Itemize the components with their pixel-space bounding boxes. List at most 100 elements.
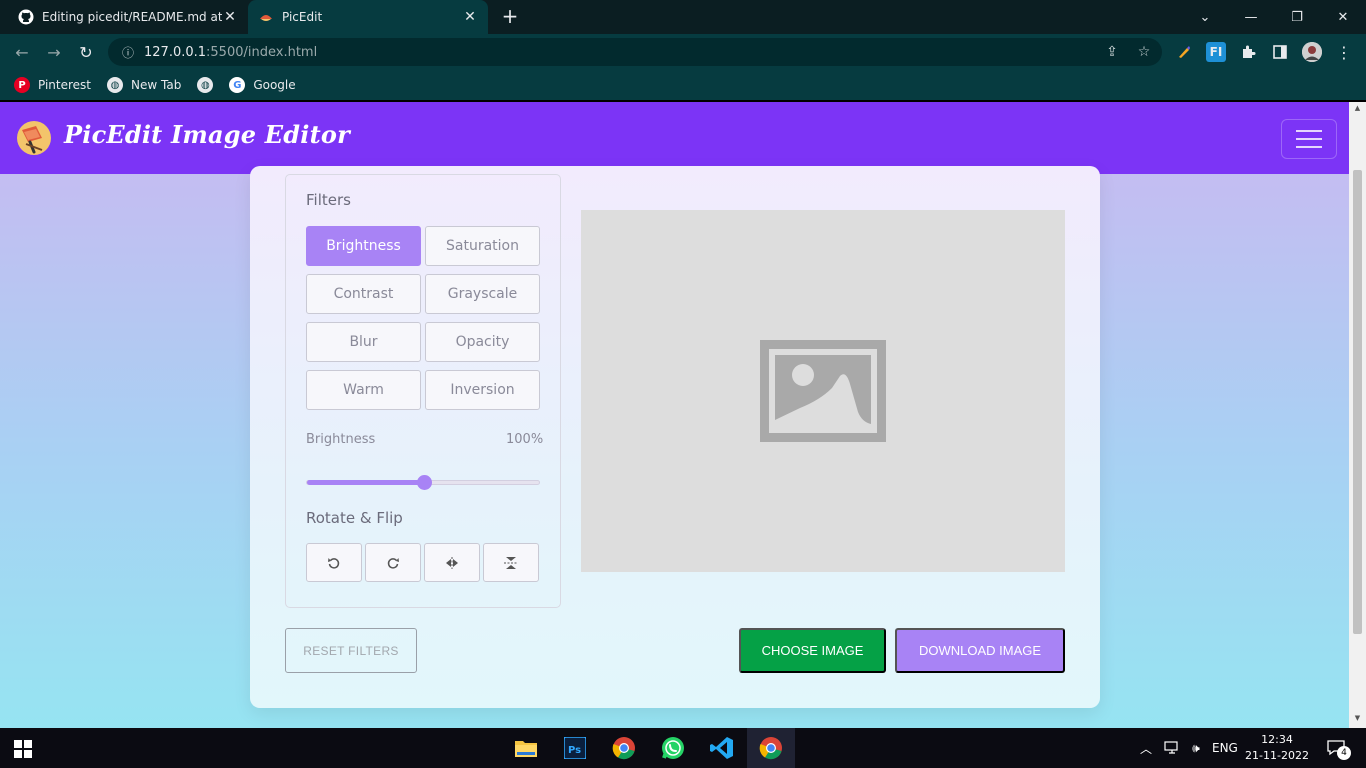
info-icon[interactable]: ⓘ xyxy=(120,44,136,61)
bookmarks-bar: P Pinterest ◍ New Tab ◍ G Google xyxy=(0,70,1366,100)
choose-image-button[interactable]: CHOOSE IMAGE xyxy=(739,628,886,673)
paint-roller-logo-icon xyxy=(16,120,52,156)
app-brand-title[interactable]: PicEdit Image Editor xyxy=(64,120,350,149)
scroll-thumb[interactable] xyxy=(1353,170,1362,634)
image-placeholder-icon xyxy=(760,340,886,442)
globe-icon: ◍ xyxy=(197,77,214,93)
download-image-button[interactable]: DOWNLOAD IMAGE xyxy=(895,628,1065,673)
google-icon: G xyxy=(229,77,246,93)
windows-start-icon[interactable] xyxy=(14,740,32,758)
puzzle-icon[interactable] xyxy=(1238,42,1258,62)
side-panel-icon[interactable] xyxy=(1270,42,1290,62)
filter-saturation-button[interactable]: Saturation xyxy=(425,226,540,266)
reload-icon[interactable]: ↻ xyxy=(74,40,98,64)
flip-horizontal-icon xyxy=(446,556,458,569)
language-indicator[interactable]: ENG xyxy=(1212,728,1238,768)
tray-chevron-up-icon[interactable]: ︿ xyxy=(1138,728,1154,768)
bookmark-label: New Tab xyxy=(131,78,182,92)
back-icon[interactable]: ← xyxy=(10,40,34,64)
address-bar[interactable]: ⓘ 127.0.0.1:5500/index.html xyxy=(108,38,1162,66)
app-navbar: PicEdit Image Editor xyxy=(0,102,1349,174)
close-window-icon[interactable]: ✕ xyxy=(1320,0,1366,34)
taskbar-chrome[interactable] xyxy=(600,728,648,768)
reset-filters-button[interactable]: RESET FILTERS xyxy=(285,628,417,673)
tab-search-icon[interactable]: ⌄ xyxy=(1182,0,1228,34)
taskbar-file-explorer[interactable] xyxy=(502,728,550,768)
pen-extension-icon[interactable] xyxy=(1174,42,1194,62)
filter-grayscale-button[interactable]: Grayscale xyxy=(425,274,540,314)
close-icon[interactable]: ✕ xyxy=(222,9,238,25)
profile-avatar[interactable] xyxy=(1302,42,1322,62)
bookmark-globe[interactable]: ◍ xyxy=(197,77,214,93)
editor-card: Filters Brightness Saturation Contrast G… xyxy=(250,166,1100,708)
flip-vertical-icon xyxy=(504,556,518,569)
notification-center-icon[interactable]: 4 xyxy=(1322,728,1351,768)
browser-toolbar: ← → ↻ ⓘ 127.0.0.1:5500/index.html ⇪ ☆ FI… xyxy=(0,34,1366,70)
taskbar-whatsapp[interactable] xyxy=(649,728,697,768)
hamburger-menu-icon[interactable] xyxy=(1281,119,1337,159)
vscode-icon xyxy=(710,737,733,759)
rotate-flip-title: Rotate & Flip xyxy=(306,509,403,527)
notification-count-badge: 4 xyxy=(1337,746,1351,760)
flip-vertical-button[interactable] xyxy=(483,543,539,582)
bookmark-pinterest[interactable]: P Pinterest xyxy=(14,77,91,93)
controls-panel: Filters Brightness Saturation Contrast G… xyxy=(285,174,561,608)
forward-icon[interactable]: → xyxy=(42,40,66,64)
tab-readme[interactable]: Editing picedit/README.md at m ✕ xyxy=(8,0,248,34)
scroll-up-icon[interactable]: ▲ xyxy=(1353,104,1362,114)
taskbar-vscode[interactable] xyxy=(698,728,746,768)
scroll-down-icon[interactable]: ▼ xyxy=(1353,714,1362,724)
filter-warm-button[interactable]: Warm xyxy=(306,370,421,410)
rotate-left-icon xyxy=(328,557,340,569)
bookmark-new-tab[interactable]: ◍ New Tab xyxy=(107,77,181,93)
network-icon[interactable] xyxy=(1162,728,1182,768)
url-host: 127.0.0.1 xyxy=(144,44,207,60)
photoshop-icon: Ps xyxy=(564,737,586,759)
file-explorer-icon xyxy=(515,741,537,757)
fi-extension-icon[interactable]: FI xyxy=(1206,42,1226,62)
windows-taskbar: Ps ︿ 🕪 ENG 12:34 21-11-2022 4 xyxy=(0,728,1366,768)
filter-inversion-button[interactable]: Inversion xyxy=(425,370,540,410)
rotate-right-icon xyxy=(387,557,399,569)
picedit-favicon-icon xyxy=(258,9,274,25)
slider-fill xyxy=(307,480,424,485)
system-clock[interactable]: 12:34 21-11-2022 xyxy=(1244,732,1310,764)
browser-tab-bar: Editing picedit/README.md at m ✕ PicEdit… xyxy=(0,0,1366,34)
image-preview xyxy=(581,210,1065,572)
slider-name: Brightness xyxy=(306,432,376,447)
brightness-slider[interactable] xyxy=(306,475,540,490)
bookmark-label: Google xyxy=(253,78,296,92)
tab-title: PicEdit xyxy=(282,10,323,24)
bookmark-star-icon[interactable]: ☆ xyxy=(1132,40,1156,64)
chrome-icon xyxy=(759,737,782,760)
filter-contrast-button[interactable]: Contrast xyxy=(306,274,421,314)
new-tab-icon[interactable]: + xyxy=(498,4,522,28)
taskbar-photoshop[interactable]: Ps xyxy=(551,728,599,768)
flip-horizontal-button[interactable] xyxy=(424,543,480,582)
github-icon xyxy=(18,9,34,25)
bookmark-label: Pinterest xyxy=(38,78,92,92)
page-scrollbar[interactable]: ▲ ▼ xyxy=(1349,102,1366,728)
pinterest-icon: P xyxy=(14,77,30,93)
volume-icon[interactable]: 🕪 xyxy=(1186,728,1206,768)
clock-time: 12:34 xyxy=(1261,733,1293,746)
taskbar-chrome-active[interactable] xyxy=(747,728,795,768)
clock-date: 21-11-2022 xyxy=(1245,749,1309,762)
tab-title: Editing picedit/README.md at m xyxy=(42,10,222,24)
close-icon[interactable]: ✕ xyxy=(462,9,478,25)
rotate-right-button[interactable] xyxy=(365,543,421,582)
filter-opacity-button[interactable]: Opacity xyxy=(425,322,540,362)
filter-brightness-button[interactable]: Brightness xyxy=(306,226,421,266)
slider-value: 100% xyxy=(506,432,544,447)
menu-kebab-icon[interactable]: ⋮ xyxy=(1334,42,1354,62)
slider-handle[interactable] xyxy=(417,475,432,490)
globe-icon: ◍ xyxy=(107,77,124,93)
chrome-icon xyxy=(612,737,635,760)
share-icon[interactable]: ⇪ xyxy=(1100,40,1124,64)
bookmark-google[interactable]: G Google xyxy=(229,77,296,93)
minimize-icon[interactable]: — xyxy=(1228,0,1274,34)
filter-blur-button[interactable]: Blur xyxy=(306,322,421,362)
tab-picedit[interactable]: PicEdit ✕ xyxy=(248,0,488,34)
restore-icon[interactable]: ❐ xyxy=(1274,0,1320,34)
rotate-left-button[interactable] xyxy=(306,543,362,582)
